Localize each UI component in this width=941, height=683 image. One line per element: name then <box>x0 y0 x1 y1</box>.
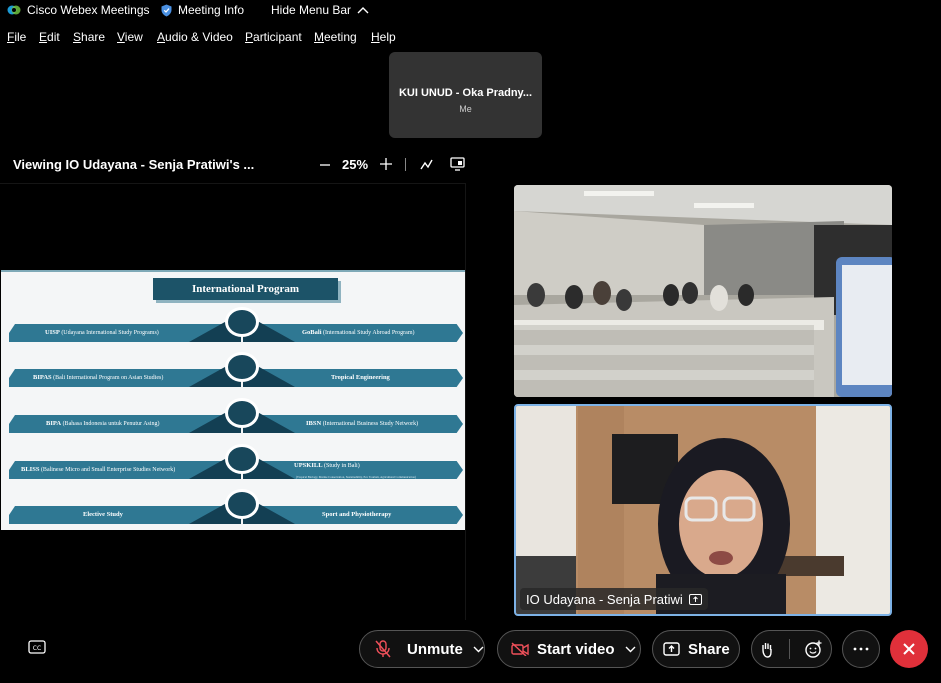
self-view-name: KUI UNUD - Oka Pradny... <box>398 87 533 99</box>
speaker-name-tag: IO Udayana - Senja Pratiwi <box>520 588 708 610</box>
leave-meeting-button[interactable] <box>890 630 928 668</box>
slide-row-subtext: (Tropical Biology, Marine Conservation, … <box>296 475 416 479</box>
self-view-label: Me <box>459 104 472 114</box>
menu-meeting[interactable]: Meeting <box>314 30 357 44</box>
slide-row: BLISS (Balinese Micro and Small Enterpri… <box>1 444 465 488</box>
unmute-label: Unmute <box>407 640 463 658</box>
menu-audio-video[interactable]: Audio & Video <box>157 30 233 44</box>
closed-captions-icon[interactable]: CC <box>28 640 46 654</box>
share-screen-icon <box>663 642 680 656</box>
menu-file[interactable]: File <box>7 30 26 44</box>
menu-participant[interactable]: Participant <box>245 30 302 44</box>
slide-row: BIPAS (Bali International Program on Asi… <box>1 352 465 396</box>
row-node <box>225 307 259 337</box>
app-name: Cisco Webex Meetings <box>27 3 150 17</box>
self-view-tile[interactable]: KUI UNUD - Oka Pradny... Me <box>389 52 542 138</box>
row-node <box>225 398 259 428</box>
app-title: Cisco Webex Meetings <box>7 3 150 17</box>
video-tile-active-speaker[interactable]: IO Udayana - Senja Pratiwi <box>514 404 892 616</box>
close-icon <box>903 643 915 655</box>
zoom-out-icon[interactable] <box>320 159 330 171</box>
chevron-down-icon[interactable] <box>625 646 636 653</box>
share-button[interactable]: Share <box>652 630 740 668</box>
meeting-info-label: Meeting Info <box>178 3 245 17</box>
screen-share-indicator-icon <box>688 593 702 605</box>
meeting-info-button[interactable]: Meeting Info <box>161 3 244 17</box>
row-node <box>225 352 259 382</box>
toolbar-divider <box>405 158 406 171</box>
chevron-up-icon <box>357 7 369 14</box>
start-video-button[interactable]: Start video <box>497 630 641 668</box>
video-tile-classroom[interactable] <box>514 185 892 397</box>
annotate-icon[interactable] <box>420 157 434 171</box>
zoom-in-icon[interactable] <box>380 158 392 170</box>
slide-row: BIPA (Bahasa Indonesia untuk Penutur Asi… <box>1 398 465 442</box>
classroom-video-image <box>514 185 892 397</box>
more-options-button[interactable] <box>842 630 880 668</box>
microphone-muted-icon <box>375 640 391 658</box>
hide-menu-label: Hide Menu Bar <box>271 3 352 17</box>
slide-title: International Program <box>153 278 338 300</box>
share-view-options-icon[interactable] <box>450 157 465 171</box>
reactions-group <box>751 630 832 668</box>
menu-view[interactable]: View <box>117 30 143 44</box>
title-bar: Cisco Webex Meetings Meeting Info Hide M… <box>0 0 941 22</box>
shield-icon <box>161 4 172 16</box>
start-video-label: Start video <box>537 640 615 658</box>
menu-edit[interactable]: Edit <box>39 30 60 44</box>
slide-row: Elective Study Sport and Physiotherapy <box>1 489 465 530</box>
hide-menu-bar-button[interactable]: Hide Menu Bar <box>271 3 369 17</box>
speaker-name: IO Udayana - Senja Pratiwi <box>526 591 683 607</box>
add-reaction-icon[interactable] <box>805 640 823 658</box>
shared-slide: International Program UISP (Udayana Inte… <box>1 270 465 530</box>
more-icon <box>853 647 869 651</box>
viewing-share-label: Viewing IO Udayana - Senja Pratiwi's ... <box>13 157 255 172</box>
raise-hand-icon[interactable] <box>760 641 774 658</box>
chevron-down-icon[interactable] <box>473 646 484 653</box>
webex-logo-icon <box>7 5 21 15</box>
reactions-divider <box>788 639 790 659</box>
svg-text:CC: CC <box>33 645 41 652</box>
slide-row: UISP (Udayana International Study Progra… <box>1 307 465 351</box>
speaker-video-image <box>516 406 890 614</box>
row-node <box>225 444 259 474</box>
menu-help[interactable]: Help <box>371 30 396 44</box>
unmute-button[interactable]: Unmute <box>359 630 485 668</box>
menu-share[interactable]: Share <box>73 30 105 44</box>
shared-content-area[interactable]: International Program UISP (Udayana Inte… <box>0 183 466 620</box>
camera-off-icon <box>511 642 529 656</box>
row-node <box>225 489 259 519</box>
zoom-level: 25% <box>342 157 369 172</box>
share-label: Share <box>688 640 730 658</box>
